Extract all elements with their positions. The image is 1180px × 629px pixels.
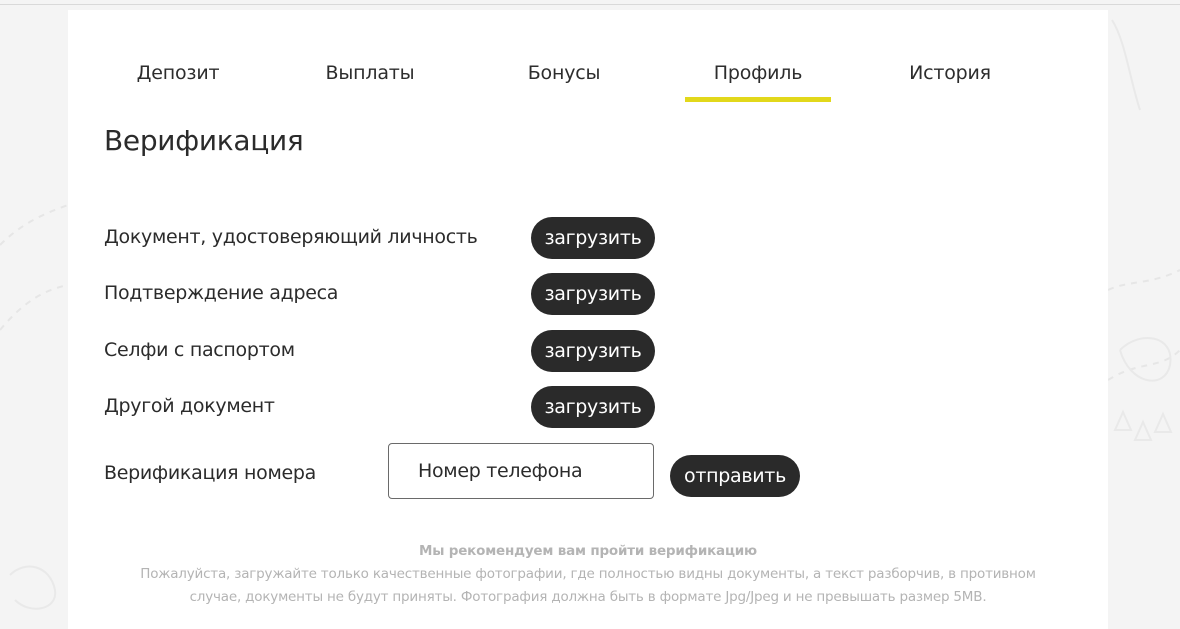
tab-bar: Депозит Выплаты Бонусы Профиль История bbox=[68, 10, 1108, 110]
address-proof-label: Подтверждение адреса bbox=[104, 282, 339, 304]
verification-note: Мы рекомендуем вам пройти верификацию По… bbox=[68, 540, 1108, 609]
active-tab-indicator bbox=[685, 97, 831, 102]
send-phone-button[interactable]: отправить bbox=[670, 455, 800, 497]
tab-withdrawals[interactable]: Выплаты bbox=[326, 62, 415, 84]
note-line-1: Пожалуйста, загружайте только качественн… bbox=[140, 566, 1036, 582]
upload-address-proof-button[interactable]: загрузить bbox=[531, 273, 655, 315]
note-heading: Мы рекомендуем вам пройти верификацию bbox=[419, 543, 757, 559]
cashier-panel: Депозит Выплаты Бонусы Профиль История В… bbox=[68, 10, 1108, 629]
phone-number-input[interactable] bbox=[388, 443, 654, 499]
tab-bonuses[interactable]: Бонусы bbox=[528, 62, 601, 84]
selfie-with-passport-label: Селфи с паспортом bbox=[104, 339, 295, 361]
tab-deposit[interactable]: Депозит bbox=[137, 62, 220, 84]
note-line-2: случае, документы не будут приняты. Фото… bbox=[189, 589, 987, 605]
other-document-label: Другой документ bbox=[104, 395, 275, 417]
upload-identity-document-button[interactable]: загрузить bbox=[531, 217, 655, 259]
tab-history[interactable]: История bbox=[909, 62, 991, 84]
top-divider bbox=[0, 4, 1180, 5]
upload-selfie-button[interactable]: загрузить bbox=[531, 330, 655, 372]
upload-other-document-button[interactable]: загрузить bbox=[531, 386, 655, 428]
identity-document-label: Документ, удостоверяющий личность bbox=[104, 226, 478, 248]
phone-verification-label: Верификация номера bbox=[104, 462, 316, 484]
page-title: Верификация bbox=[104, 124, 304, 157]
tab-profile[interactable]: Профиль bbox=[714, 62, 803, 84]
